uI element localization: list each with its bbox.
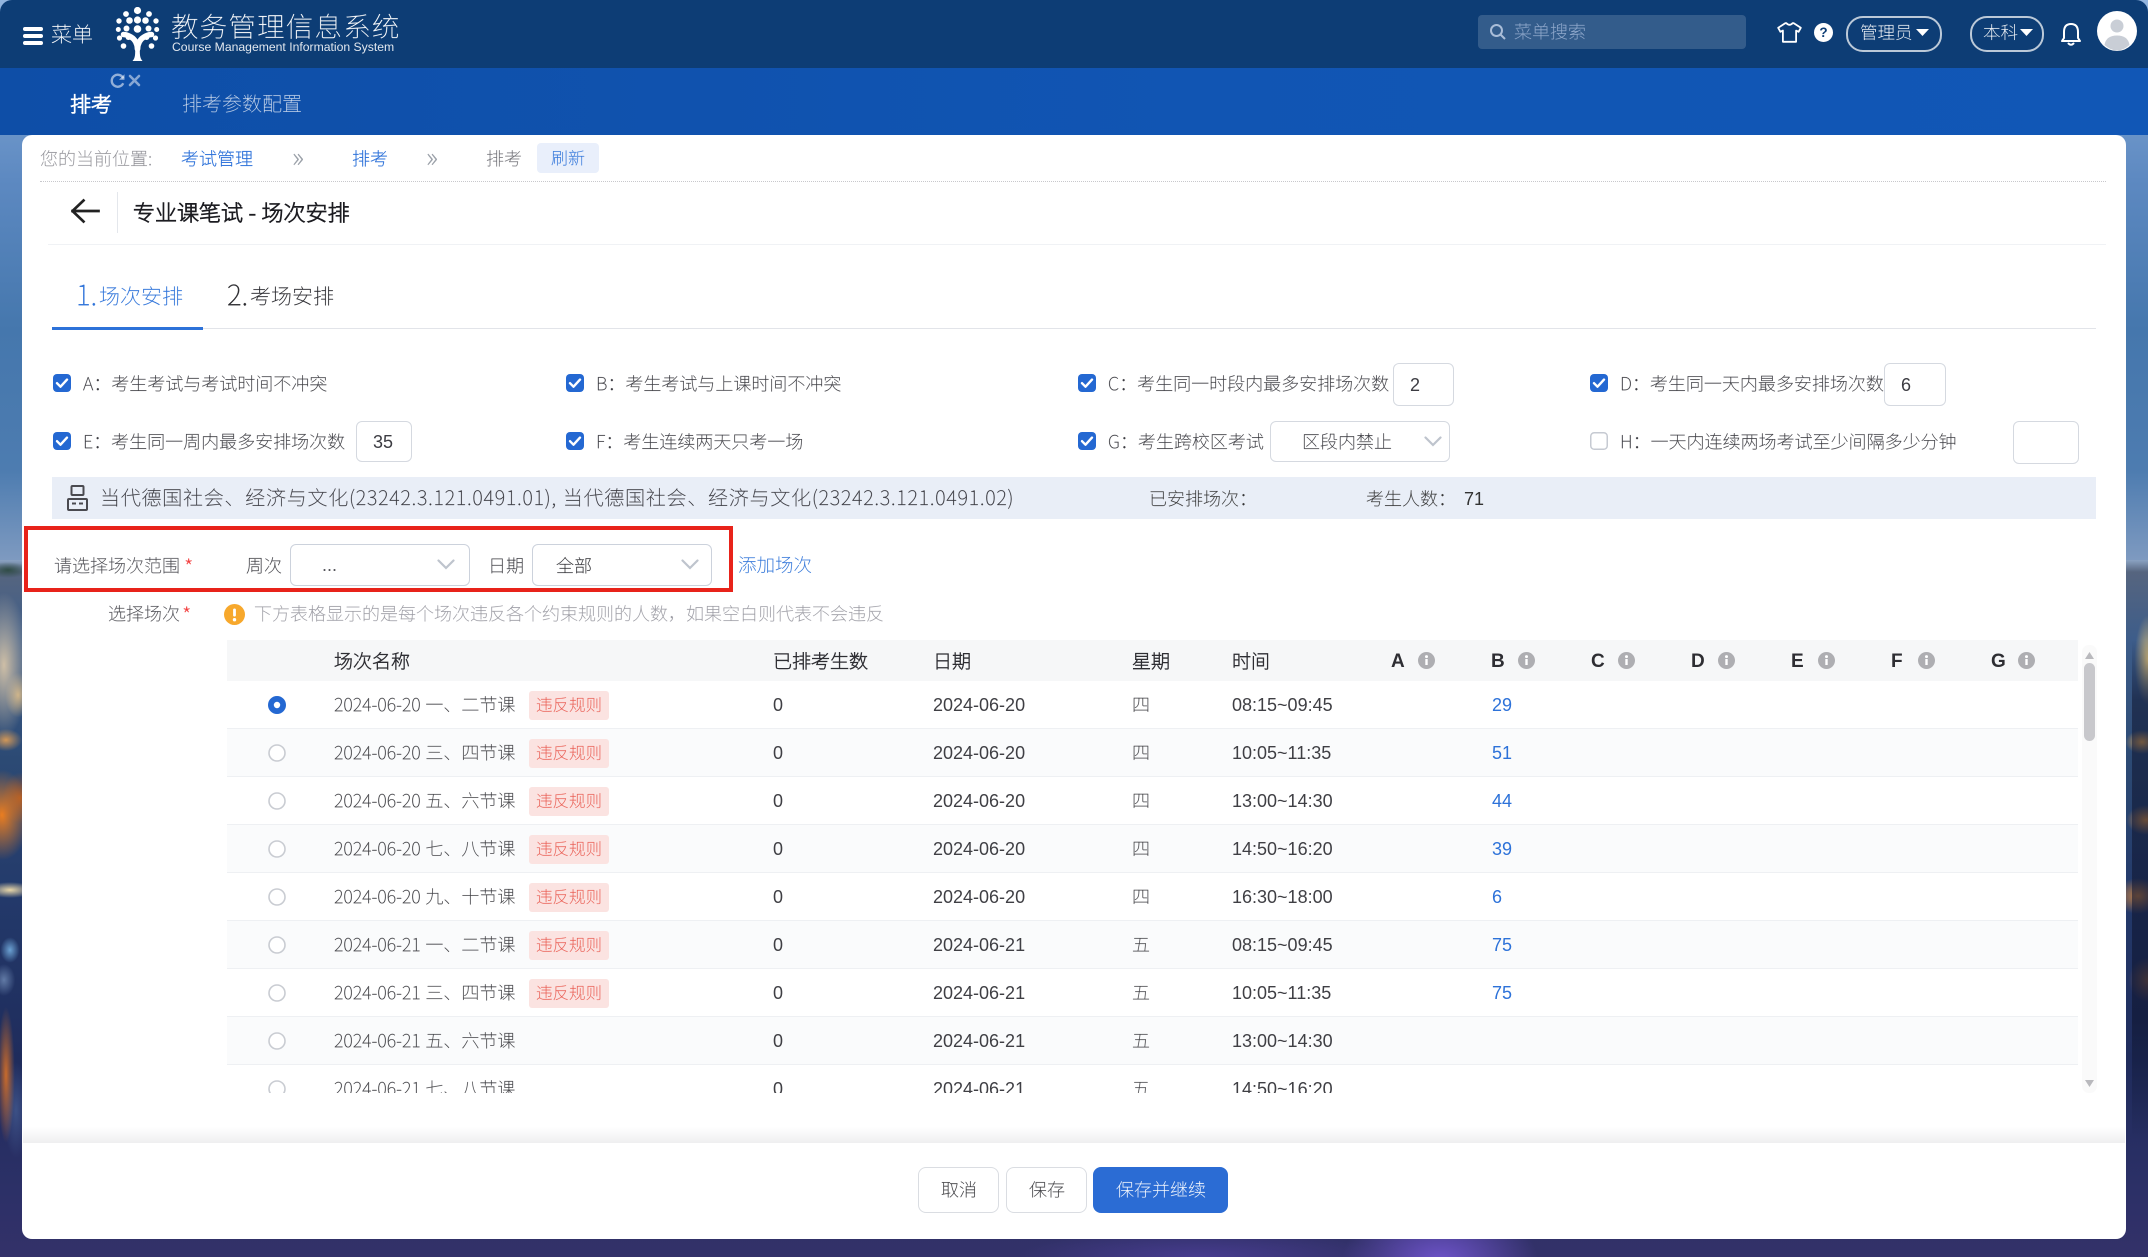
- svg-text:?: ?: [1819, 25, 1827, 40]
